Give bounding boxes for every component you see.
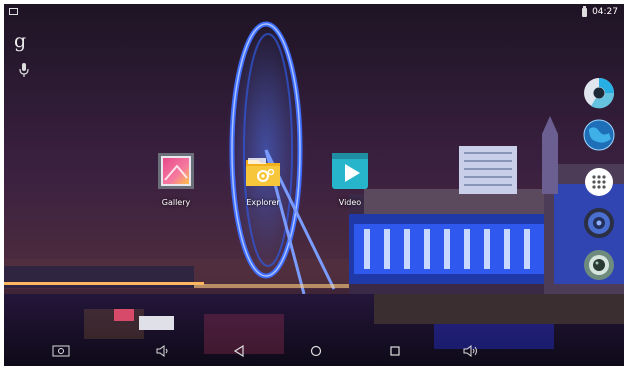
speaker-icon[interactable]: [583, 207, 615, 239]
clock: 04:27: [592, 7, 618, 17]
screenshot-icon[interactable]: [50, 341, 72, 361]
app-label: Explorer: [246, 198, 280, 207]
recents-icon[interactable]: [384, 341, 406, 361]
camera-lens-icon[interactable]: [583, 249, 615, 281]
gallery-icon: [157, 152, 195, 190]
home-icon[interactable]: [305, 341, 327, 361]
globe-icon[interactable]: [583, 119, 615, 151]
volume-up-icon[interactable]: [460, 341, 482, 361]
back-icon[interactable]: [228, 341, 250, 361]
app-label: Gallery: [161, 198, 191, 207]
app-gallery[interactable]: Gallery: [146, 152, 206, 207]
app-drawer-icon[interactable]: [583, 166, 615, 198]
battery-icon: [582, 5, 588, 17]
screenshot-notification-icon: [9, 8, 18, 15]
navigation-bar: [4, 336, 624, 366]
app-explorer[interactable]: Explorer: [233, 152, 293, 207]
app-label: Video: [338, 198, 362, 207]
volume-down-icon[interactable]: [152, 341, 174, 361]
status-bar: 04:27: [4, 4, 624, 22]
voice-search-icon[interactable]: [18, 62, 30, 78]
app-video[interactable]: Video: [320, 152, 380, 207]
google-search-icon[interactable]: g: [14, 30, 26, 52]
play-icon: [331, 152, 369, 190]
folder-icon: [244, 152, 282, 190]
chrome-like-icon[interactable]: [583, 77, 615, 109]
wallpaper: [4, 4, 624, 366]
home-screen: 04:27 g Gallery Explorer Video: [4, 4, 624, 366]
